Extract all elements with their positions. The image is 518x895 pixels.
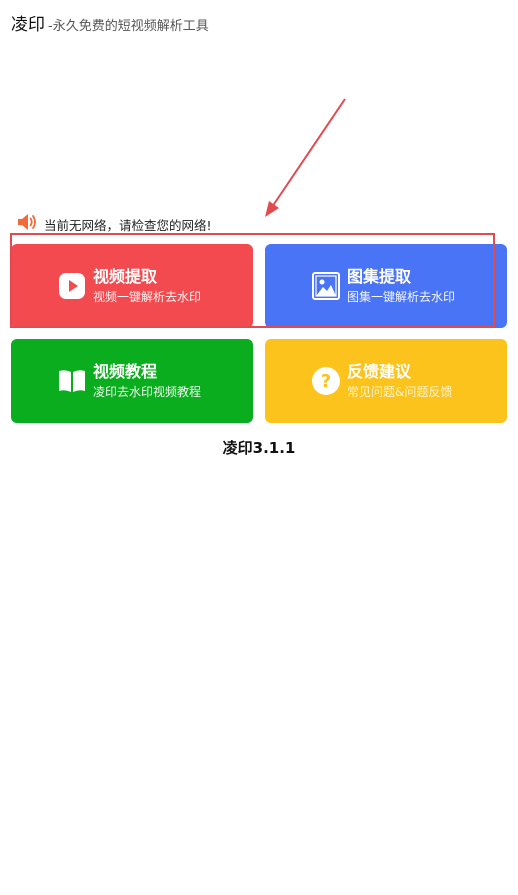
video-tutorial-desc: 凌印去水印视频教程: [93, 384, 202, 399]
video-tutorial-title: 视频教程: [93, 361, 158, 381]
play-icon: [57, 271, 87, 301]
speaker-icon: [16, 212, 38, 236]
video-extract-title: 视频提取: [93, 266, 158, 286]
feedback-desc: 常见问题&问题反馈: [347, 384, 453, 399]
video-tutorial-button[interactable]: 视频教程 凌印去水印视频教程: [11, 339, 253, 423]
feedback-button[interactable]: ? 反馈建议 常见问题&问题反馈: [265, 339, 507, 423]
main-page: 凌印 -永久免费的短视频解析工具 当前无网络，请检查您的网络! 视频提取 视频一…: [0, 0, 518, 895]
svg-text:?: ?: [321, 371, 331, 392]
version-label: 凌印3.1.1: [222, 439, 296, 457]
image-icon: [311, 271, 341, 301]
question-icon: ?: [311, 366, 341, 396]
app-subtitle: -永久免费的短视频解析工具: [48, 19, 209, 34]
gallery-extract-button[interactable]: 图集提取 图集一键解析去水印: [265, 244, 507, 328]
network-notice: 当前无网络，请检查您的网络!: [16, 212, 212, 236]
video-extract-desc: 视频一键解析去水印: [93, 289, 202, 304]
book-icon: [57, 366, 87, 396]
gallery-extract-desc: 图集一键解析去水印: [347, 289, 456, 304]
gallery-extract-title: 图集提取: [347, 266, 412, 286]
app-header: 凌印 -永久免费的短视频解析工具: [11, 10, 209, 35]
network-notice-text: 当前无网络，请检查您的网络!: [44, 217, 212, 233]
feedback-title: 反馈建议: [347, 361, 412, 381]
app-name: 凌印: [11, 15, 45, 35]
video-extract-button[interactable]: 视频提取 视频一键解析去水印: [11, 244, 253, 328]
